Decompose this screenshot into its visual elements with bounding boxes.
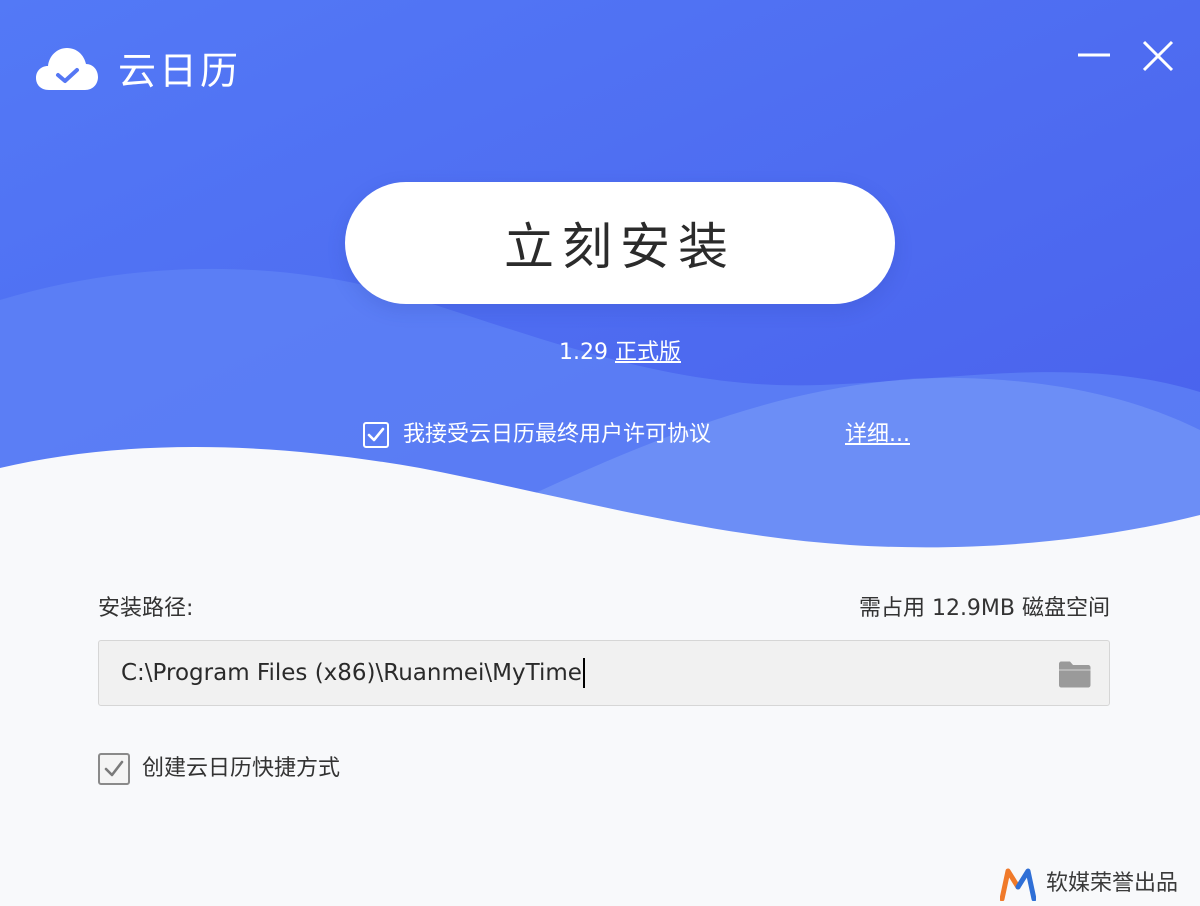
installer-window: 云日历 立刻安装 1.29 正式版 我接受云日历最终用户许可协议 详细... 安… xyxy=(0,0,1200,906)
browse-folder-button[interactable] xyxy=(1057,659,1093,689)
version-number: 1.29 xyxy=(559,340,608,365)
text-caret xyxy=(582,658,585,688)
checkmark-icon xyxy=(367,427,385,442)
install-path-input[interactable]: C:\Program Files (x86)\Ruanmei\MyTime xyxy=(98,640,1110,706)
license-agreement-row: 我接受云日历最终用户许可协议 xyxy=(363,418,711,452)
close-icon xyxy=(1142,40,1174,72)
folder-icon xyxy=(1059,661,1091,688)
close-button[interactable] xyxy=(1138,36,1178,76)
edition-link[interactable]: 正式版 xyxy=(615,340,681,365)
brand-footer: 软媒荣誉出品 xyxy=(999,864,1178,904)
license-details-link[interactable]: 详细... xyxy=(845,418,910,452)
disk-space-required: 需占用 12.9MB 磁盘空间 xyxy=(858,596,1110,621)
checkmark-icon xyxy=(104,760,124,777)
license-agreement-checkbox[interactable] xyxy=(363,422,389,448)
create-shortcut-checkbox[interactable] xyxy=(98,753,130,785)
create-shortcut-row: 创建云日历快捷方式 xyxy=(98,752,340,786)
create-shortcut-label[interactable]: 创建云日历快捷方式 xyxy=(142,752,340,786)
brand-text: 软媒荣誉出品 xyxy=(1045,871,1178,896)
license-agreement-label[interactable]: 我接受云日历最终用户许可协议 xyxy=(403,418,711,452)
minimize-icon xyxy=(1078,53,1110,57)
version-label: 1.29 正式版 xyxy=(0,338,1200,368)
install-now-button[interactable]: 立刻安装 xyxy=(345,182,895,304)
cloud-logo-icon xyxy=(34,44,100,92)
install-path-label: 安装路径: xyxy=(98,596,194,621)
app-title: 云日历 xyxy=(118,49,242,93)
minimize-button[interactable] xyxy=(1074,36,1114,76)
install-path-value: C:\Program Files (x86)\Ruanmei\MyTime xyxy=(121,660,582,686)
ruanmei-logo-icon xyxy=(999,868,1036,901)
